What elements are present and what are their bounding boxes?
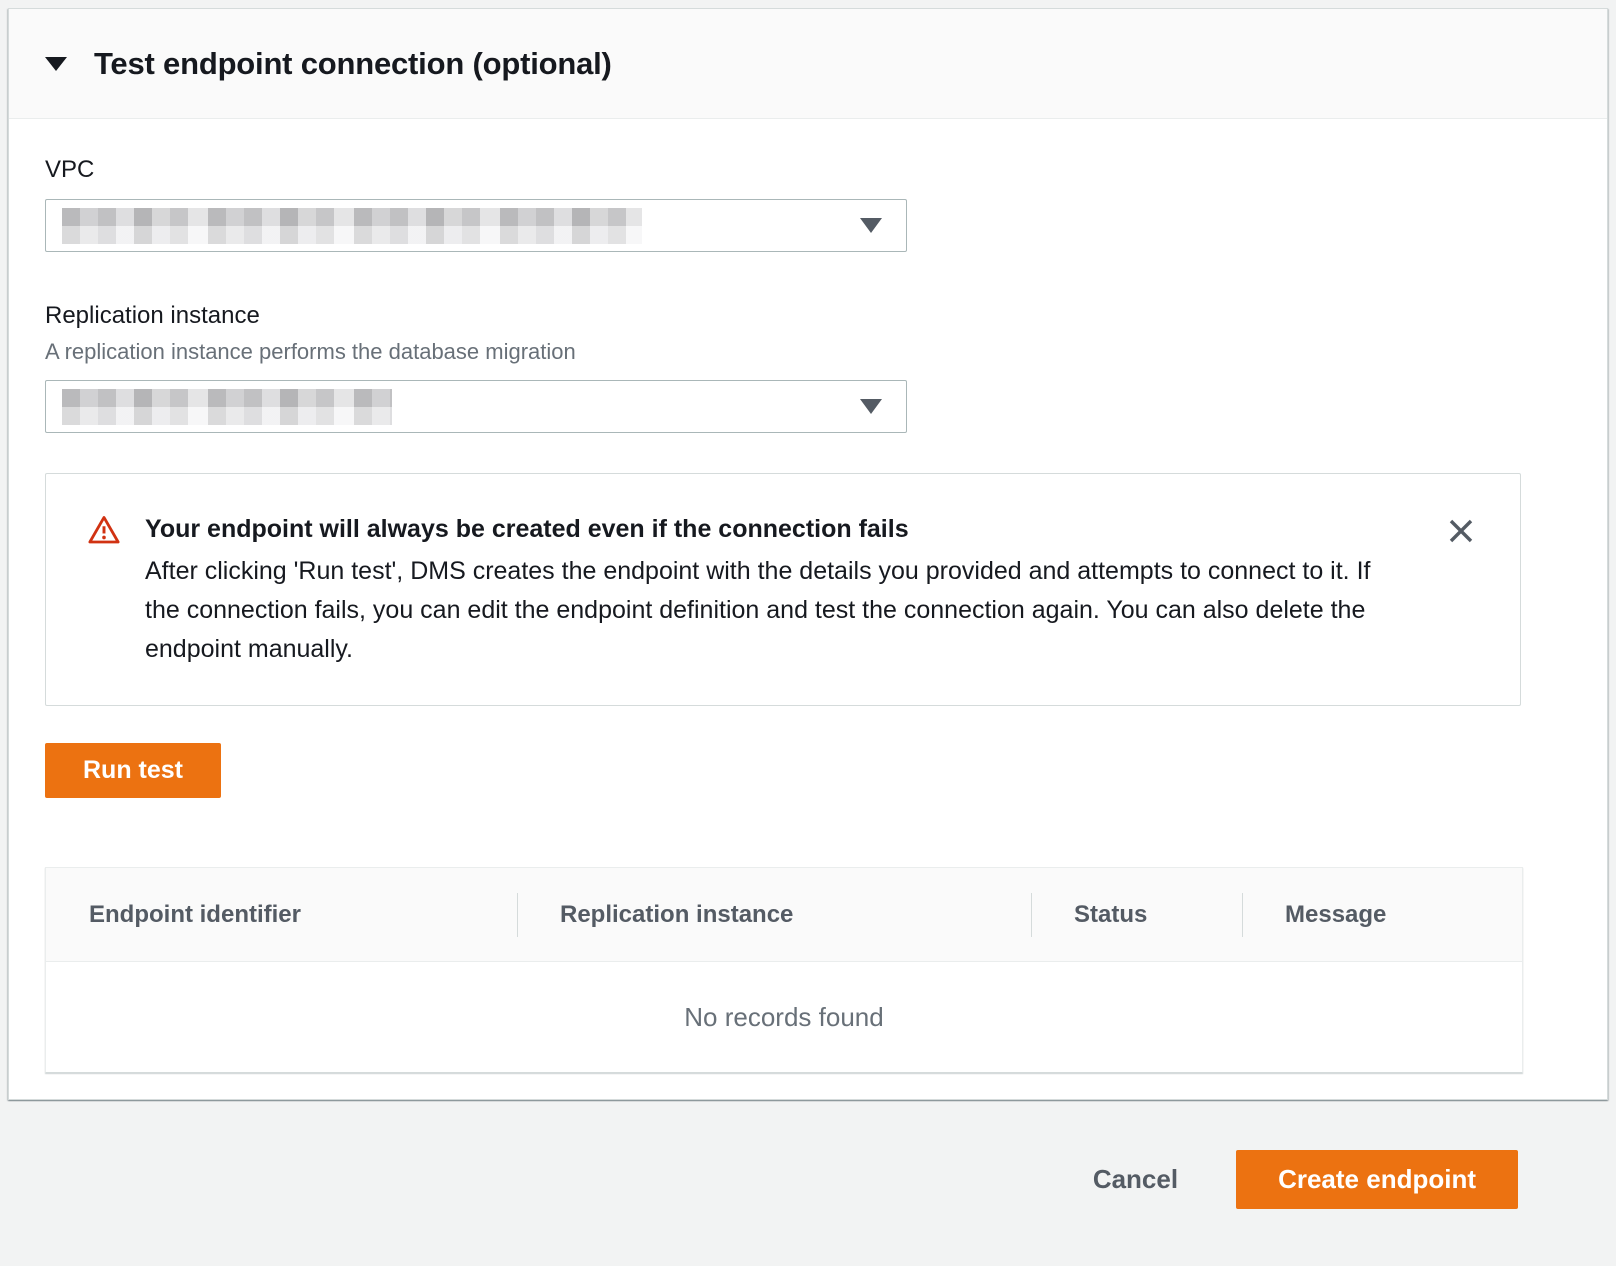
chevron-down-icon [860,399,882,414]
replication-instance-select[interactable] [45,380,907,433]
create-endpoint-button[interactable]: Create endpoint [1236,1150,1518,1209]
warning-alert: Your endpoint will always be created eve… [45,473,1521,706]
vpc-label: VPC [45,156,1519,184]
section-content: VPC Replication instance A replication i… [9,119,1607,1073]
replication-instance-field: Replication instance A replication insta… [45,302,1519,433]
replication-instance-label: Replication instance [45,302,1519,330]
connection-test-results-table: Endpoint identifier Replication instance… [45,867,1523,1073]
replication-instance-description: A replication instance performs the data… [45,339,1519,365]
chevron-down-icon [860,218,882,233]
collapse-caret-icon [45,57,67,71]
warning-triangle-icon [87,514,121,546]
test-endpoint-connection-card: Test endpoint connection (optional) VPC … [8,8,1608,1100]
warning-alert-body: After clicking 'Run test', DMS creates t… [145,552,1410,669]
column-header-status: Status [1031,901,1242,929]
warning-alert-title: Your endpoint will always be created eve… [145,512,1410,546]
column-header-endpoint-identifier: Endpoint identifier [46,901,517,929]
column-header-message: Message [1242,901,1522,929]
vpc-selected-value-redacted [62,208,642,244]
cancel-button[interactable]: Cancel [1093,1164,1178,1195]
vpc-field: VPC [45,156,1519,252]
replication-instance-selected-value-redacted [62,389,392,425]
column-header-replication-instance: Replication instance [517,901,1031,929]
form-actions-footer: Cancel Create endpoint [0,1100,1616,1258]
run-test-button[interactable]: Run test [45,743,221,798]
warning-alert-text: Your endpoint will always be created eve… [145,512,1410,669]
table-header-row: Endpoint identifier Replication instance… [46,868,1522,962]
section-title: Test endpoint connection (optional) [94,46,612,82]
vpc-select[interactable] [45,199,907,252]
section-header-test-endpoint-connection[interactable]: Test endpoint connection (optional) [9,9,1607,119]
table-empty-state: No records found [46,962,1522,1072]
close-icon[interactable] [1446,516,1476,546]
